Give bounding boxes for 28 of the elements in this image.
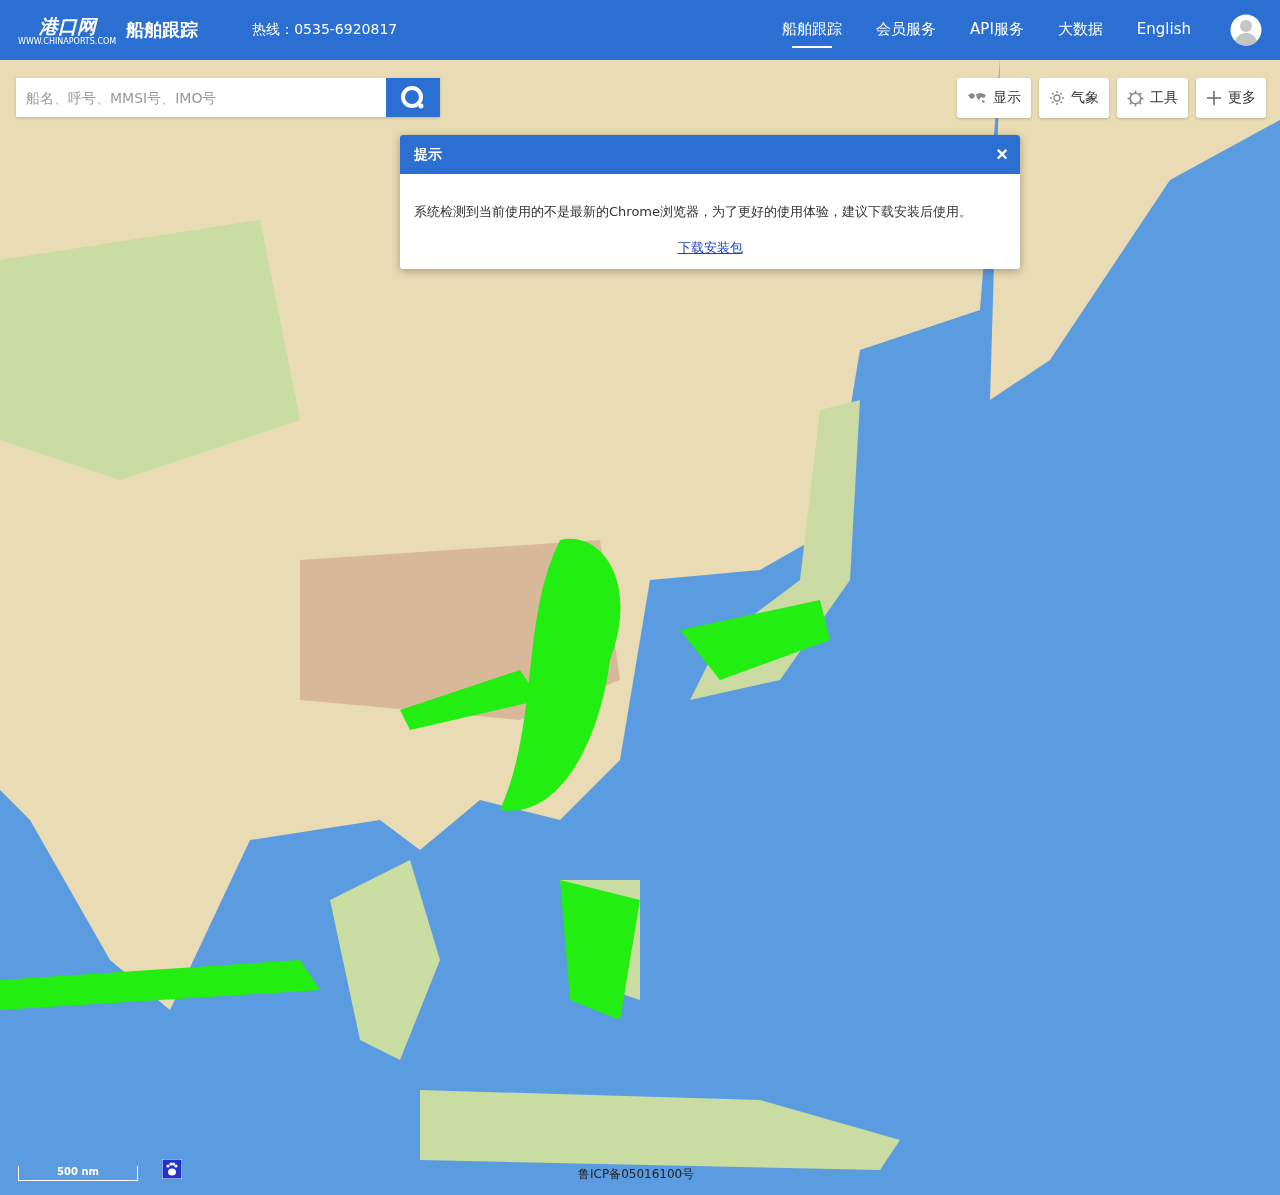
- map-tool-button[interactable]: 更多: [1196, 78, 1266, 118]
- dialog-message: 系统检测到当前使用的不是最新的Chrome浏览器，为了更好的使用体验，建议下载安装后使用。: [414, 203, 973, 221]
- world-map-icon: [967, 92, 987, 104]
- icp-text: 鲁ICP备05016100号: [578, 1166, 695, 1183]
- search-field[interactable]: 船名、呼号、MMSI号、IMO号: [16, 78, 386, 117]
- logo-name: 港口网: [38, 14, 96, 37]
- product-title: 船舶跟踪: [126, 18, 199, 42]
- nav-link[interactable]: API服务: [953, 0, 1041, 61]
- sun-icon: [1049, 90, 1065, 106]
- nav-link[interactable]: 船舶跟踪: [765, 0, 860, 61]
- map-tool-button[interactable]: 显示: [957, 78, 1031, 118]
- hotline-text: 热线：0535-6920817: [252, 21, 398, 39]
- avatar-icon[interactable]: [1230, 14, 1262, 46]
- download-link[interactable]: 下载安装包: [677, 239, 743, 257]
- search-icon: [400, 84, 426, 111]
- map-tool-button[interactable]: 工具: [1117, 78, 1188, 118]
- nav-link[interactable]: English: [1119, 0, 1208, 60]
- settings-icon: [1127, 89, 1144, 107]
- close-button[interactable]: ×: [996, 143, 1008, 166]
- logo-url: WWW.CHINAPORTS.COM: [18, 36, 117, 46]
- search-button[interactable]: [386, 78, 440, 117]
- dialog-title: 提示: [414, 145, 442, 164]
- paw-icon: [162, 1159, 182, 1179]
- map-tool-button[interactable]: 气象: [1039, 78, 1109, 118]
- scale-bar: 500 nm: [18, 1166, 138, 1181]
- plus-icon: [1206, 90, 1222, 106]
- nav-link[interactable]: 会员服务: [859, 0, 954, 61]
- nav-link[interactable]: 大数据: [1040, 0, 1120, 61]
